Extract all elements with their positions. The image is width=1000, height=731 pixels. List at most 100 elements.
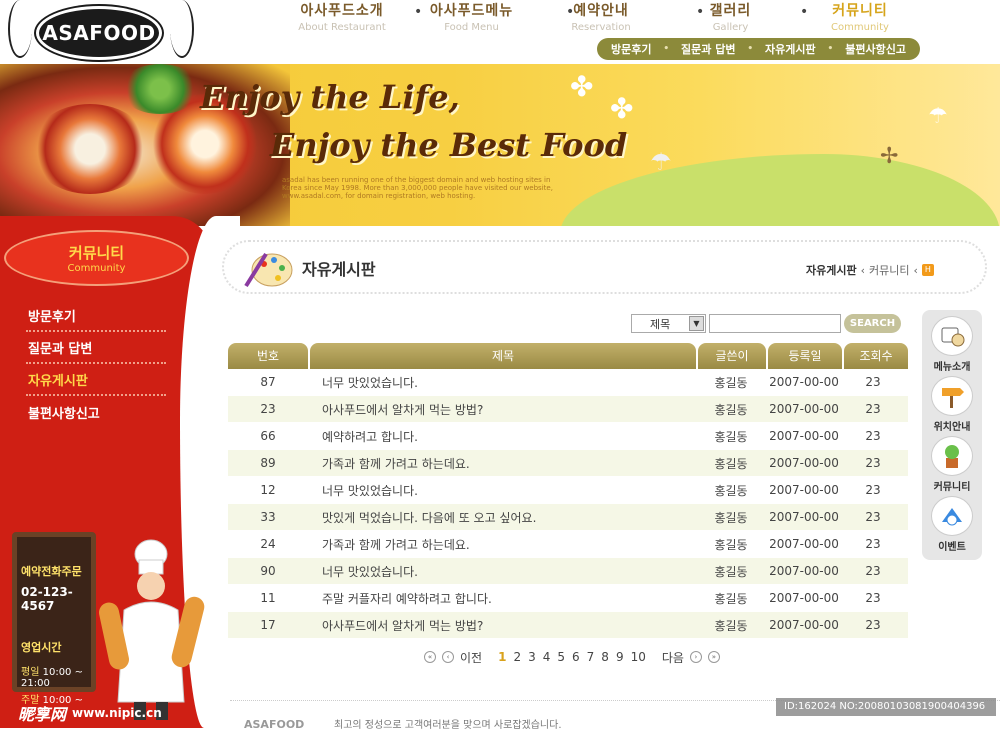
cell-views: 23 bbox=[865, 618, 881, 632]
cell-number: 66 bbox=[260, 429, 276, 443]
sidebar-item-qna[interactable]: 질문과 답변 bbox=[26, 332, 166, 364]
quick-community-label: 커뮤니티 bbox=[933, 482, 971, 493]
table-row[interactable]: 11 주말 커플자리 예약하려고 합니다. 홍길동 2007-00-00 23 bbox=[228, 585, 908, 612]
sidebar-item-freeboard[interactable]: 자유게시판 bbox=[26, 364, 166, 396]
cell-number: 90 bbox=[260, 564, 276, 578]
cell-title[interactable]: 너무 맛있었습니다. bbox=[308, 563, 696, 580]
nav-separator: • bbox=[696, 4, 705, 20]
page-number[interactable]: 3 bbox=[528, 650, 536, 664]
table-row[interactable]: 24 가족과 함께 가려고 하는데요. 홍길동 2007-00-00 23 bbox=[228, 531, 908, 558]
table-row[interactable]: 90 너무 맛있었습니다. 홍길동 2007-00-00 23 bbox=[228, 558, 908, 585]
table-row[interactable]: 17 아사푸드에서 알차게 먹는 방법? 홍길동 2007-00-00 23 bbox=[228, 612, 908, 639]
first-page-icon[interactable]: « bbox=[424, 651, 436, 663]
page-number[interactable]: 5 bbox=[557, 650, 565, 664]
nav-reservation-label: 예약안내 bbox=[573, 3, 629, 19]
next-page-link[interactable]: 다음 bbox=[662, 649, 684, 666]
cell-views: 23 bbox=[865, 375, 881, 389]
search-button[interactable]: SEARCH bbox=[844, 314, 901, 333]
sidebar-item-reviews[interactable]: 방문후기 bbox=[26, 300, 166, 332]
subnav-freeboard[interactable]: 자유게시판 bbox=[765, 41, 816, 57]
page-number[interactable]: 4 bbox=[543, 650, 551, 664]
page-number[interactable]: 6 bbox=[572, 650, 580, 664]
last-page-icon[interactable]: » bbox=[707, 651, 720, 663]
cell-title[interactable]: 주말 커플자리 예약하려고 합니다. bbox=[308, 590, 696, 607]
menu-icon bbox=[931, 316, 973, 356]
order-phone-label: 예약전화주문 bbox=[21, 565, 82, 578]
header-author: 글쓴이 bbox=[698, 343, 766, 369]
logo-ornament-right bbox=[170, 0, 194, 58]
cell-date: 2007-00-00 bbox=[769, 402, 839, 416]
table-row[interactable]: 89 가족과 함께 가려고 하는데요. 홍길동 2007-00-00 23 bbox=[228, 450, 908, 477]
cell-number: 24 bbox=[260, 537, 276, 551]
cell-title[interactable]: 아사푸드에서 알차게 먹는 방법? bbox=[308, 401, 696, 418]
table-row[interactable]: 12 너무 맛있었습니다. 홍길동 2007-00-00 23 bbox=[228, 477, 908, 504]
cell-title[interactable]: 맛있게 먹었습니다. 다음에 또 오고 싶어요. bbox=[308, 509, 696, 526]
header-number: 번호 bbox=[228, 343, 308, 369]
table-row[interactable]: 66 예약하려고 합니다. 홍길동 2007-00-00 23 bbox=[228, 423, 908, 450]
cell-author: 홍길동 bbox=[714, 429, 748, 444]
cell-views: 23 bbox=[865, 564, 881, 578]
subnav-complaints[interactable]: 불편사항신고 bbox=[845, 41, 906, 57]
prev-page-link[interactable]: 이전 bbox=[460, 649, 482, 666]
page-number[interactable]: 10 bbox=[631, 650, 646, 664]
next-page-icon[interactable]: › bbox=[689, 651, 702, 663]
weekday-label: 평일 bbox=[21, 667, 40, 678]
page-number[interactable]: 7 bbox=[587, 650, 595, 664]
page-number[interactable]: 1 bbox=[498, 650, 506, 664]
cell-views: 23 bbox=[865, 483, 881, 497]
nav-gallery-label: 갤러리 bbox=[709, 3, 752, 19]
cell-title[interactable]: 예약하려고 합니다. bbox=[308, 428, 696, 445]
hours-label: 영업시간 bbox=[21, 641, 62, 654]
nav-menu[interactable]: 아사푸드메뉴 Food Menu bbox=[416, 0, 528, 36]
search-input[interactable] bbox=[709, 314, 841, 333]
board-table: 번호 제목 글쓴이 등록일 조회수 87 너무 맛있었습니다. 홍길동 2007-00… bbox=[228, 343, 908, 639]
breadcrumb-separator: ‹ bbox=[860, 263, 866, 277]
breadcrumb-parent[interactable]: 커뮤니티 bbox=[869, 262, 909, 278]
header-views: 조회수 bbox=[844, 343, 908, 369]
cell-date: 2007-00-00 bbox=[769, 429, 839, 443]
prev-page-icon[interactable]: ‹ bbox=[442, 651, 454, 663]
subnav-qna[interactable]: 질문과 답변 bbox=[681, 41, 735, 57]
nav-reservation-sublabel: Reservation bbox=[571, 22, 631, 33]
nav-community[interactable]: 커뮤니티 Community bbox=[804, 0, 916, 36]
page-number[interactable]: 8 bbox=[601, 650, 609, 664]
cell-title[interactable]: 너무 맛있었습니다. bbox=[308, 374, 696, 391]
cell-author: 홍길동 bbox=[714, 564, 748, 579]
cell-number: 11 bbox=[260, 591, 276, 605]
cell-date: 2007-00-00 bbox=[769, 510, 839, 524]
footer-logo: ASAFOOD bbox=[244, 718, 305, 731]
location-icon bbox=[931, 376, 973, 416]
cell-title[interactable]: 가족과 함께 가려고 하는데요. bbox=[308, 536, 696, 553]
home-icon[interactable]: H bbox=[921, 264, 934, 276]
cell-views: 23 bbox=[865, 429, 881, 443]
chevron-down-icon: ▼ bbox=[689, 316, 704, 331]
search-field-select[interactable]: 제목 ▼ bbox=[631, 314, 706, 333]
quick-menu: 메뉴소개 위치안내 커뮤니티 이벤트 bbox=[922, 310, 982, 560]
logo[interactable]: ASAFOOD bbox=[36, 6, 162, 60]
cell-author: 홍길동 bbox=[714, 591, 748, 606]
cell-views: 23 bbox=[865, 510, 881, 524]
table-row[interactable]: 33 맛있게 먹었습니다. 다음에 또 오고 싶어요. 홍길동 2007-00-00 2… bbox=[228, 504, 908, 531]
quick-location-item[interactable]: 위치안내 bbox=[931, 376, 973, 436]
nav-gallery[interactable]: 갤러리 Gallery bbox=[675, 0, 787, 36]
quick-event-item[interactable]: 이벤트 bbox=[931, 496, 973, 556]
cell-title[interactable]: 너무 맛있었습니다. bbox=[308, 482, 696, 499]
quick-community-item[interactable]: 커뮤니티 bbox=[931, 436, 973, 496]
cell-title[interactable]: 가족과 함께 가려고 하는데요. bbox=[308, 455, 696, 472]
nav-reservation[interactable]: 예약안내 Reservation bbox=[545, 0, 657, 36]
sidebar-item-complaints[interactable]: 불편사항신고 bbox=[26, 396, 166, 428]
cell-views: 23 bbox=[865, 591, 881, 605]
subnav-reviews[interactable]: 방문후기 bbox=[611, 41, 651, 57]
cell-title[interactable]: 아사푸드에서 알차게 먹는 방법? bbox=[308, 617, 696, 634]
nav-about[interactable]: 아사푸드소개 About Restaurant bbox=[286, 0, 398, 36]
cell-number: 12 bbox=[260, 483, 276, 497]
table-row[interactable]: 23 아사푸드에서 알차게 먹는 방법? 홍길동 2007-00-00 23 bbox=[228, 396, 908, 423]
breadcrumb-current: 자유게시판 bbox=[806, 264, 857, 277]
page-number[interactable]: 2 bbox=[513, 650, 521, 664]
sidebar-title-ko: 커뮤니티 bbox=[68, 244, 125, 262]
quick-menu-item[interactable]: 메뉴소개 bbox=[931, 316, 973, 376]
page-number[interactable]: 9 bbox=[616, 650, 624, 664]
subnav-separator: • bbox=[663, 44, 670, 54]
table-row[interactable]: 87 너무 맛있었습니다. 홍길동 2007-00-00 23 bbox=[228, 369, 908, 396]
cell-views: 23 bbox=[865, 456, 881, 470]
